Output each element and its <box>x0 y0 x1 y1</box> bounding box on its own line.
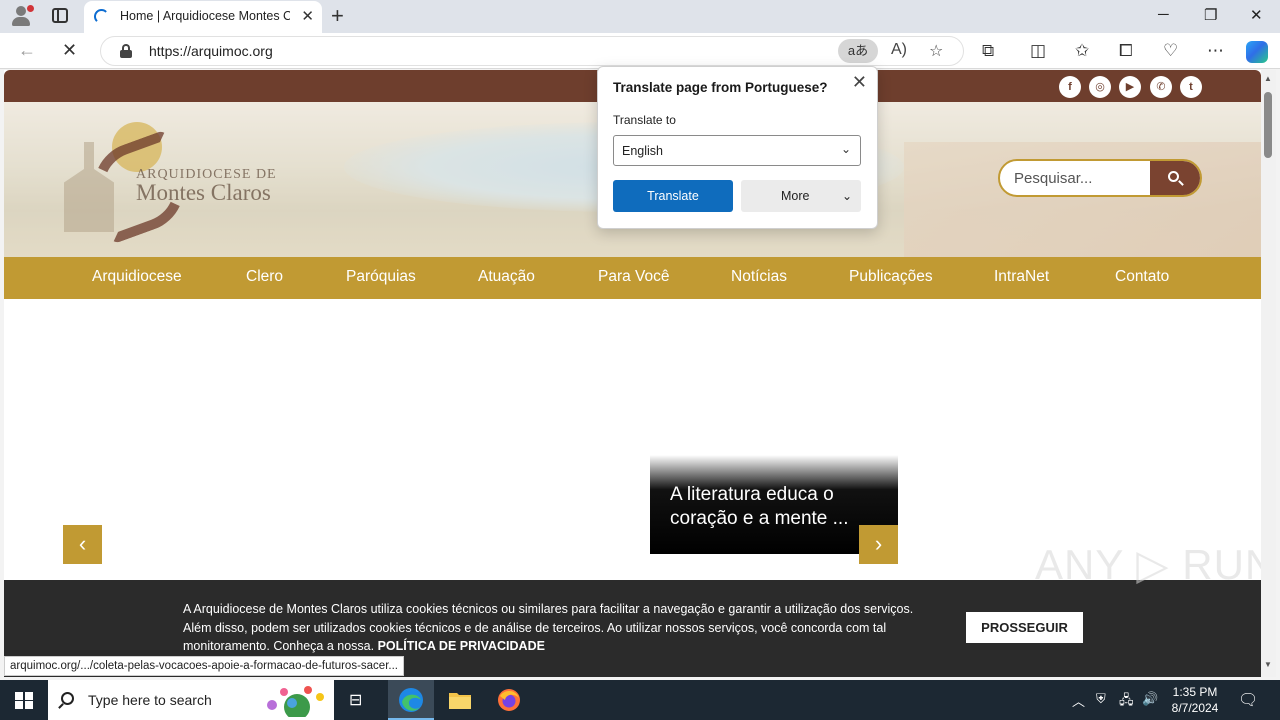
slider-prev-button[interactable]: ‹ <box>63 525 102 564</box>
tab-actions-icon[interactable] <box>52 8 68 23</box>
search-input[interactable] <box>1000 161 1152 195</box>
clock-date: 8/7/2024 <box>1171 701 1219 715</box>
taskbar: Type here to search ⊟ ︿ ⛨ 🖧 🔊 1:35 PM 8/… <box>0 680 1280 720</box>
chevron-down-icon: ⌄ <box>841 189 852 203</box>
notifications-icon[interactable]: 🗨 <box>1238 690 1258 710</box>
address-toolbar: ← ✕ https://arquimoc.org aあ A) ☆ ⧉ ◫ ✩ ⧠… <box>0 33 1280 69</box>
extensions-icon[interactable]: ⧉ <box>982 41 994 61</box>
back-icon[interactable]: ← <box>18 40 36 61</box>
loading-spinner-icon <box>94 9 109 24</box>
selected-language: English <box>622 144 663 158</box>
nav-item-para-voce[interactable]: Para Você <box>598 268 670 286</box>
windows-start-icon[interactable] <box>15 692 33 709</box>
translate-icon[interactable]: aあ <box>838 39 878 63</box>
site-logo[interactable]: ARQUIDIOCESE DE Montes Claros <box>64 112 294 245</box>
search-highlight-icon <box>267 686 324 717</box>
search-icon <box>1168 171 1179 182</box>
more-button[interactable]: More ⌄ <box>741 180 861 212</box>
slide-title: A literatura educa o coração e a mente .… <box>670 484 849 529</box>
lock-icon[interactable] <box>120 44 132 58</box>
cookie-text: A Arquidiocese de Montes Claros utiliza … <box>183 602 914 653</box>
file-explorer-icon[interactable] <box>448 688 472 712</box>
slider-next-button[interactable]: › <box>859 525 898 564</box>
task-view-icon[interactable]: ⊟ <box>349 690 373 714</box>
scroll-up-icon[interactable]: ▲ <box>1264 74 1272 83</box>
close-tab-icon[interactable]: ✕ <box>301 7 314 25</box>
more-button-label: More <box>781 189 810 203</box>
favorite-star-icon[interactable]: ☆ <box>929 41 943 61</box>
page-scrollbar[interactable]: ▲ ▼ <box>1261 70 1276 677</box>
clock-time: 1:35 PM <box>1172 685 1218 699</box>
nav-item-atuacao[interactable]: Atuação <box>478 268 535 286</box>
nav-item-clero[interactable]: Clero <box>246 268 283 286</box>
anyrun-watermark: ANY ▷ RUN <box>1035 541 1277 588</box>
nav-item-noticias[interactable]: Notícias <box>731 268 787 286</box>
link-status-bar: arquimoc.org/.../coleta-pelas-vocacoes-a… <box>4 656 404 676</box>
network-icon[interactable]: 🖧 <box>1119 691 1134 713</box>
instagram-icon[interactable]: ◎ <box>1089 76 1111 98</box>
defender-icon[interactable]: ⛨ <box>1096 691 1106 707</box>
search-icon <box>61 692 74 705</box>
address-bar[interactable]: https://arquimoc.org aあ A) ☆ <box>100 36 964 66</box>
scroll-down-icon[interactable]: ▼ <box>1264 660 1272 669</box>
new-tab-icon[interactable]: + <box>331 3 344 29</box>
taskbar-edge[interactable] <box>388 680 434 720</box>
taskbar-search-text: Type here to search <box>88 692 212 708</box>
edge-icon <box>399 688 423 712</box>
nav-item-intranet[interactable]: IntraNet <box>994 268 1049 286</box>
nav-item-publicacoes[interactable]: Publicações <box>849 268 933 286</box>
favorites-icon[interactable]: ✩ <box>1075 41 1089 61</box>
translate-heading: Translate page from Portuguese? <box>613 80 828 95</box>
more-menu-icon[interactable]: ⋯ <box>1207 41 1224 61</box>
show-hidden-icons[interactable]: ︿ <box>1072 691 1085 710</box>
collections-icon[interactable]: ⧠ <box>1119 41 1133 61</box>
language-select[interactable]: English ⌄ <box>613 135 861 166</box>
translate-button[interactable]: Translate <box>613 180 733 212</box>
copilot-icon[interactable] <box>1246 41 1268 63</box>
main-nav: Arquidiocese Clero Paróquias Atuação Par… <box>4 257 1261 299</box>
nav-item-paroquias[interactable]: Paróquias <box>346 268 416 286</box>
accept-cookies-button[interactable]: PROSSEGUIR <box>966 612 1083 643</box>
translate-to-label: Translate to <box>613 113 676 127</box>
browser-tab[interactable]: Home | Arquidiocese Montes Claros ✕ <box>84 1 322 33</box>
chevron-down-icon: ⌄ <box>840 142 851 156</box>
volume-icon[interactable]: 🔊 <box>1142 691 1158 707</box>
url-text[interactable]: https://arquimoc.org <box>149 43 273 59</box>
restore-icon[interactable]: ❐ <box>1204 6 1217 24</box>
split-screen-icon[interactable]: ◫ <box>1030 41 1046 61</box>
privacy-policy-link[interactable]: POLÍTICA DE PRIVACIDADE <box>378 639 545 653</box>
profile-icon[interactable] <box>10 5 34 27</box>
twitter-icon[interactable]: t <box>1180 76 1202 98</box>
youtube-icon[interactable]: ▶ <box>1119 76 1141 98</box>
stop-loading-icon[interactable]: ✕ <box>62 40 77 61</box>
whatsapp-icon[interactable]: ✆ <box>1150 76 1172 98</box>
nav-item-contato[interactable]: Contato <box>1115 268 1169 286</box>
scroll-thumb[interactable] <box>1264 92 1272 158</box>
facebook-icon[interactable]: f <box>1059 76 1081 98</box>
logo-line2: Montes Claros <box>136 180 271 205</box>
nav-item-arquidiocese[interactable]: Arquidiocese <box>92 268 182 286</box>
taskbar-search[interactable]: Type here to search <box>48 680 334 720</box>
translate-popup: Translate page from Portuguese? ✕ Transl… <box>597 66 878 229</box>
tab-title: Home | Arquidiocese Montes Claros <box>120 9 290 23</box>
tab-bar: Home | Arquidiocese Montes Claros ✕ + ─ … <box>0 0 1280 33</box>
search-button[interactable] <box>1150 161 1200 195</box>
close-window-icon[interactable]: ✕ <box>1250 6 1263 24</box>
site-search <box>998 159 1202 197</box>
system-clock[interactable]: 1:35 PM 8/7/2024 <box>1162 684 1228 716</box>
read-aloud-icon[interactable]: A) <box>891 41 907 59</box>
firefox-icon[interactable] <box>497 688 521 712</box>
close-popup-icon[interactable]: ✕ <box>852 72 867 93</box>
browser-essentials-icon[interactable]: ♡ <box>1163 41 1178 61</box>
minimize-icon[interactable]: ─ <box>1158 6 1169 23</box>
